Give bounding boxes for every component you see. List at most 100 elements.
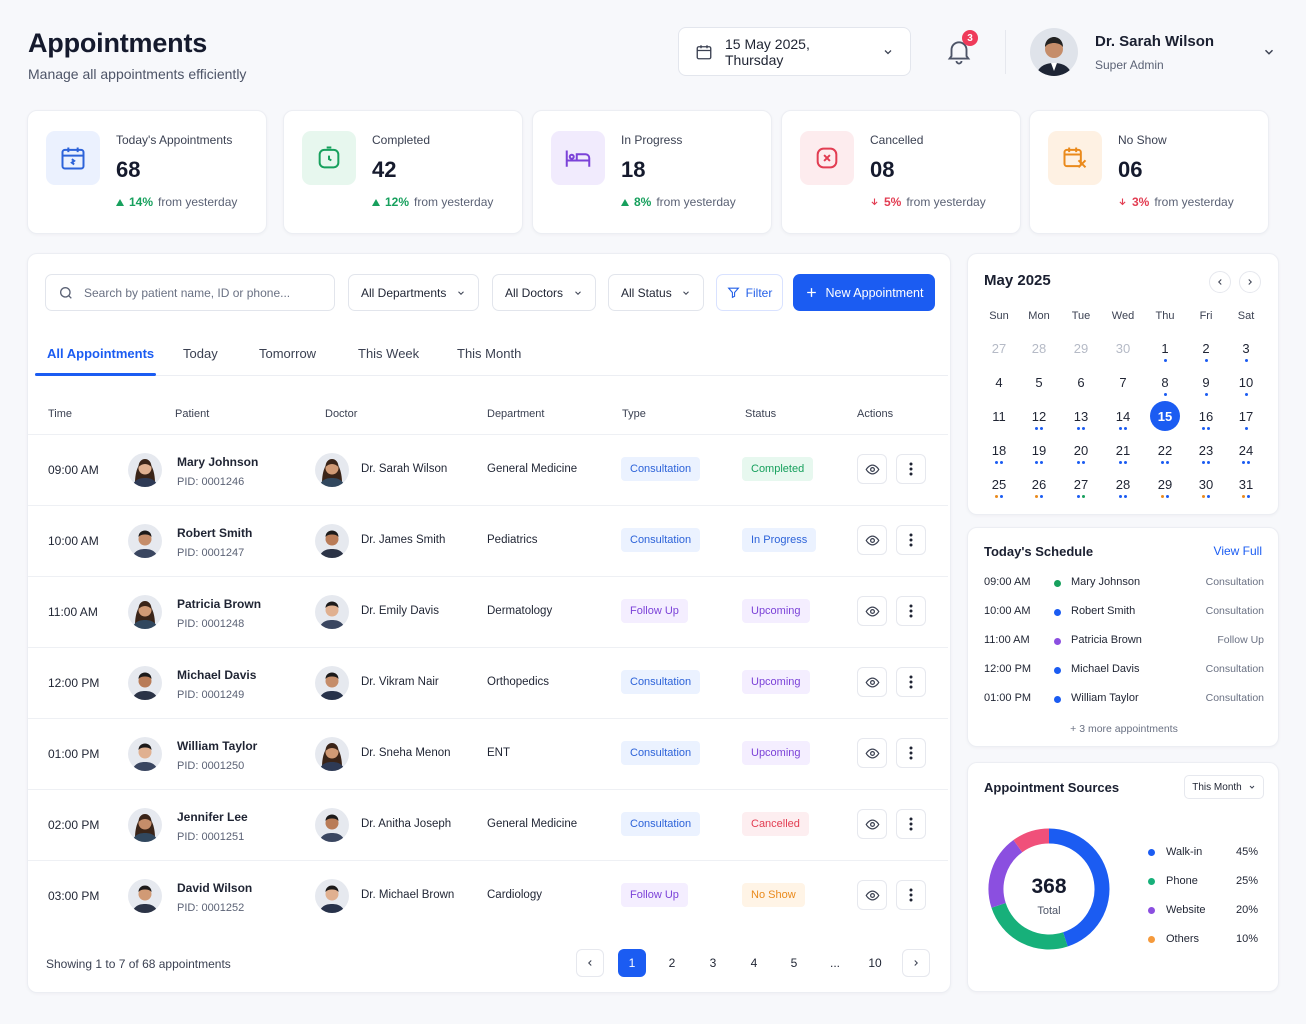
more-options-button[interactable] (896, 809, 926, 839)
weekday-label: Sun (989, 310, 1009, 322)
table-row[interactable]: 10:00 AM Robert Smith PID: 0001247 Dr. Jame… (28, 505, 948, 576)
more-options-button[interactable] (896, 738, 926, 768)
more-options-button[interactable] (896, 596, 926, 626)
schedule-item[interactable]: 11:00 AM Patricia Brown Follow Up (984, 631, 1264, 651)
prev-month-button[interactable] (1209, 271, 1231, 293)
table-row[interactable]: 01:00 PM William Taylor PID: 0001250 Dr. Sn… (28, 718, 948, 789)
more-options-button[interactable] (896, 667, 926, 697)
event-dots (1191, 393, 1221, 396)
table-row[interactable]: 09:00 AM Mary Johnson PID: 0001246 Dr. Sara… (28, 434, 948, 505)
patient-name[interactable]: Michael Davis (177, 668, 256, 682)
event-dot (1000, 461, 1003, 464)
calendar-day[interactable]: 4 (984, 367, 1014, 397)
calendar-day-selected[interactable]: 15 (1150, 401, 1180, 431)
column-header-actions: Actions (857, 408, 894, 420)
tab-all-appointments[interactable]: All Appointments (47, 346, 154, 361)
calendar-day[interactable]: 29 (1066, 333, 1096, 363)
calendar-day[interactable]: 7 (1108, 367, 1138, 397)
filter-button[interactable]: Filter (716, 274, 783, 311)
view-button[interactable] (857, 525, 887, 555)
patient-name[interactable]: Jennifer Lee (177, 810, 248, 824)
table-row[interactable]: 03:00 PM David Wilson PID: 0001252 Dr. Mich… (28, 860, 948, 931)
calendar-day[interactable]: 5 (1024, 367, 1054, 397)
page-button[interactable]: 1 (618, 949, 646, 977)
notifications-button[interactable]: 3 (944, 30, 978, 66)
legend-item: Phone 25% (1148, 874, 1258, 890)
new-appointment-button[interactable]: New Appointment (793, 274, 935, 311)
type-badge: Consultation (621, 670, 701, 694)
view-button[interactable] (857, 809, 887, 839)
next-page-button[interactable] (902, 949, 930, 977)
patient-name[interactable]: David Wilson (177, 881, 252, 895)
tab-today[interactable]: Today (183, 346, 218, 361)
event-dot (1124, 427, 1127, 430)
departments-select[interactable]: All Departments (348, 274, 479, 311)
department: Cardiology (487, 889, 542, 901)
legend-item: Others 10% (1148, 932, 1258, 948)
view-button[interactable] (857, 880, 887, 910)
tab-this-week[interactable]: This Week (358, 346, 419, 361)
view-button[interactable] (857, 454, 887, 484)
more-appointments-link[interactable]: + 3 more appointments (968, 723, 1280, 735)
status-select[interactable]: All Status (608, 274, 704, 311)
patient-name[interactable]: Patricia Brown (177, 597, 261, 611)
period-select[interactable]: This Month (1184, 775, 1264, 799)
schedule-item[interactable]: 09:00 AM Mary Johnson Consultation (984, 573, 1264, 593)
event-dot (1124, 495, 1127, 498)
event-dot (1035, 427, 1038, 430)
event-dot (1119, 495, 1122, 498)
view-full-link[interactable]: View Full (1214, 544, 1262, 558)
calendar-day[interactable]: 6 (1066, 367, 1096, 397)
prev-page-button[interactable] (576, 949, 604, 977)
stat-value: 68 (116, 157, 141, 182)
legend-dot (1148, 878, 1155, 885)
new-appointment-label: New Appointment (825, 285, 924, 300)
calendar-day[interactable]: 30 (1108, 333, 1138, 363)
page-button[interactable]: 2 (658, 949, 686, 977)
patient-name[interactable]: William Taylor (177, 739, 257, 753)
view-button[interactable] (857, 738, 887, 768)
patient-name[interactable]: Mary Johnson (177, 455, 258, 469)
avatar (315, 524, 349, 558)
date-picker[interactable]: 15 May 2025, Thursday (678, 27, 911, 76)
status-badge: No Show (742, 883, 805, 907)
schedule-dot (1054, 580, 1061, 587)
view-button[interactable] (857, 667, 887, 697)
search-box[interactable] (45, 274, 335, 311)
more-options-button[interactable] (896, 454, 926, 484)
calendar-day[interactable]: 11 (984, 401, 1014, 431)
schedule-item[interactable]: 12:00 PM Michael Davis Consultation (984, 660, 1264, 680)
doctors-select[interactable]: All Doctors (492, 274, 596, 311)
next-month-button[interactable] (1239, 271, 1261, 293)
event-dot (1202, 461, 1205, 464)
tab-this-month[interactable]: This Month (457, 346, 521, 361)
schedule-item[interactable]: 10:00 AM Robert Smith Consultation (984, 602, 1264, 622)
weekday-label: Wed (1111, 310, 1135, 322)
table-row[interactable]: 02:00 PM Jennifer Lee PID: 0001251 Dr. Anit… (28, 789, 948, 860)
view-button[interactable] (857, 596, 887, 626)
patient-name[interactable]: Robert Smith (177, 526, 252, 540)
search-input[interactable] (84, 285, 304, 300)
table-row[interactable]: 11:00 AM Patricia Brown PID: 0001248 Dr. Em… (28, 576, 948, 647)
page-button[interactable]: 4 (740, 949, 768, 977)
tab-tomorrow[interactable]: Tomorrow (259, 346, 316, 361)
page-button[interactable]: 3 (699, 949, 727, 977)
avatar (128, 879, 162, 913)
page-button[interactable]: 10 (861, 949, 889, 977)
event-dots (1231, 393, 1261, 396)
schedule-item[interactable]: 01:00 PM William Taylor Consultation (984, 689, 1264, 709)
calendar-day[interactable]: 28 (1024, 333, 1054, 363)
chevron-left-icon (1218, 279, 1222, 285)
appointment-sources: Appointment Sources This Month 368 Total… (967, 762, 1279, 992)
stat-label: Completed (372, 133, 431, 147)
more-options-button[interactable] (896, 525, 926, 555)
page-button[interactable]: 5 (780, 949, 808, 977)
event-dots (984, 495, 1014, 498)
chevron-right-icon (1248, 279, 1252, 285)
legend-value: 20% (1235, 904, 1258, 916)
divider (1005, 30, 1006, 74)
table-row[interactable]: 12:00 PM Michael Davis PID: 0001249 Dr. Vik… (28, 647, 948, 718)
more-options-button[interactable] (896, 880, 926, 910)
user-profile-menu[interactable]: Dr. Sarah Wilson Super Admin (1030, 26, 1280, 78)
calendar-day[interactable]: 27 (984, 333, 1014, 363)
